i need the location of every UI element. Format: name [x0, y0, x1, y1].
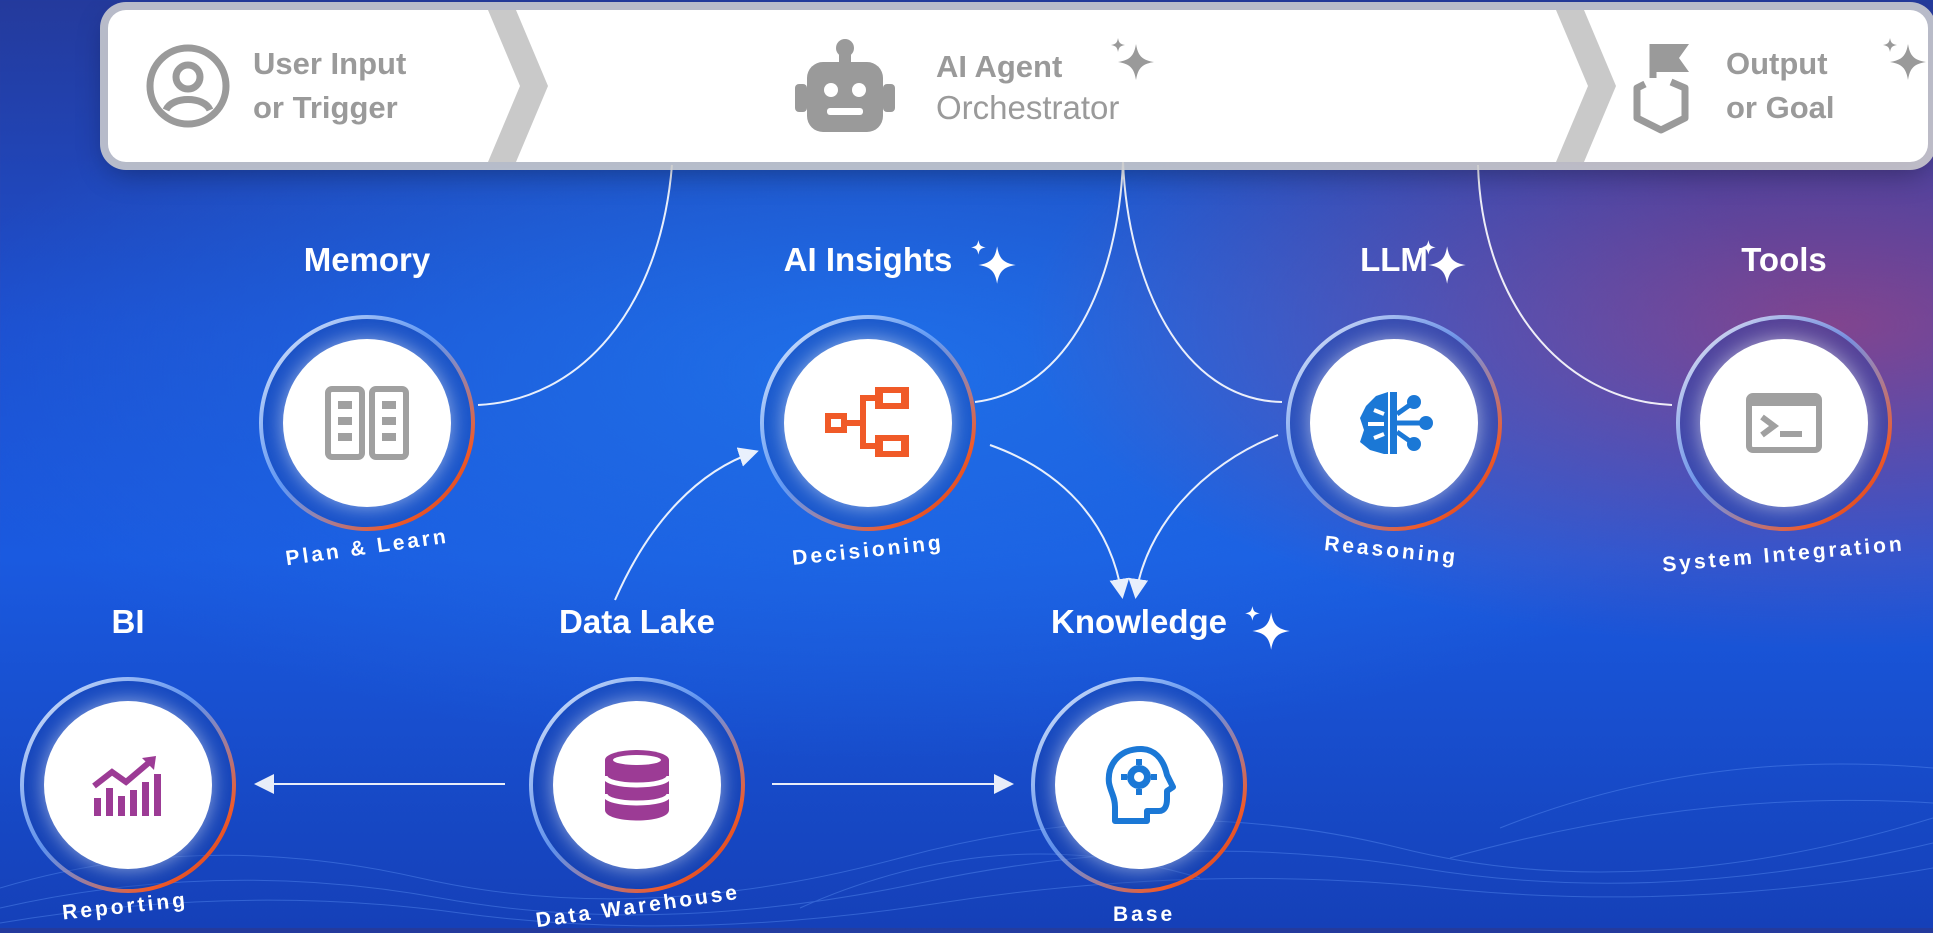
insights-to-knowledge-arrow	[989, 444, 1130, 599]
orchestrator-label-line1: AI Agent	[936, 49, 1063, 84]
data-lake-disc	[553, 701, 721, 869]
memory-disc	[283, 339, 451, 507]
llm-disc	[1310, 339, 1478, 507]
output-label-line2: or Goal	[1726, 90, 1835, 125]
data-lake-title: Data Lake	[559, 603, 715, 640]
bar-trend-chart-icon	[92, 756, 161, 816]
chevron-divider-1	[488, 10, 548, 162]
sparkle-icon	[1421, 240, 1466, 284]
tools-connector	[1477, 164, 1673, 406]
decision-tree-icon	[825, 387, 909, 457]
orchestrator-label-line2: Orchestrator	[936, 89, 1120, 126]
llm-connector	[1122, 161, 1283, 403]
tools-title: Tools	[1741, 241, 1827, 278]
knowledge-disc	[1055, 701, 1223, 869]
terminal-icon	[1746, 393, 1822, 453]
memory-icon	[325, 386, 409, 460]
memory-title: Memory	[303, 241, 431, 278]
output-segment: Output or Goal	[1628, 10, 1926, 162]
input-label-line2: or Trigger	[253, 90, 398, 125]
tools-disc	[1700, 339, 1868, 507]
output-label-line1: Output	[1726, 46, 1828, 81]
goal-flag-icon	[1628, 36, 1698, 136]
llm-title: LLM	[1360, 241, 1428, 278]
diagram-canvas: User Input or Trigger AI Agent Orchestra…	[0, 0, 1933, 932]
orchestrator-segment: AI Agent Orchestrator	[790, 10, 1490, 162]
bi-disc	[44, 701, 212, 869]
chevron-divider-2	[1556, 10, 1616, 162]
ai-insights-disc	[784, 339, 952, 507]
knowledge-title: Knowledge	[1050, 603, 1227, 640]
lake-to-insights-arrow	[614, 447, 759, 601]
robot-icon	[790, 36, 900, 136]
ai-insights-title: AI Insights	[783, 241, 953, 278]
bi-title: BI	[111, 603, 145, 640]
sparkle-icon	[1111, 38, 1154, 80]
llm-to-knowledge-arrow	[1128, 434, 1279, 599]
input-label-line1: User Input	[253, 46, 407, 81]
sparkle-icon	[971, 240, 1016, 284]
user-icon	[143, 41, 233, 131]
brain-network-icon	[1360, 392, 1433, 454]
memory-connector	[477, 164, 673, 406]
knowledge-subtitle: Base	[1113, 903, 1176, 926]
sparkle-icon	[1245, 606, 1290, 650]
brain-gear-head-icon	[1105, 746, 1176, 824]
workflow-banner: User Input or Trigger AI Agent Orchestra…	[108, 10, 1928, 162]
sparkle-icon	[1883, 38, 1926, 80]
database-icon	[602, 750, 672, 821]
